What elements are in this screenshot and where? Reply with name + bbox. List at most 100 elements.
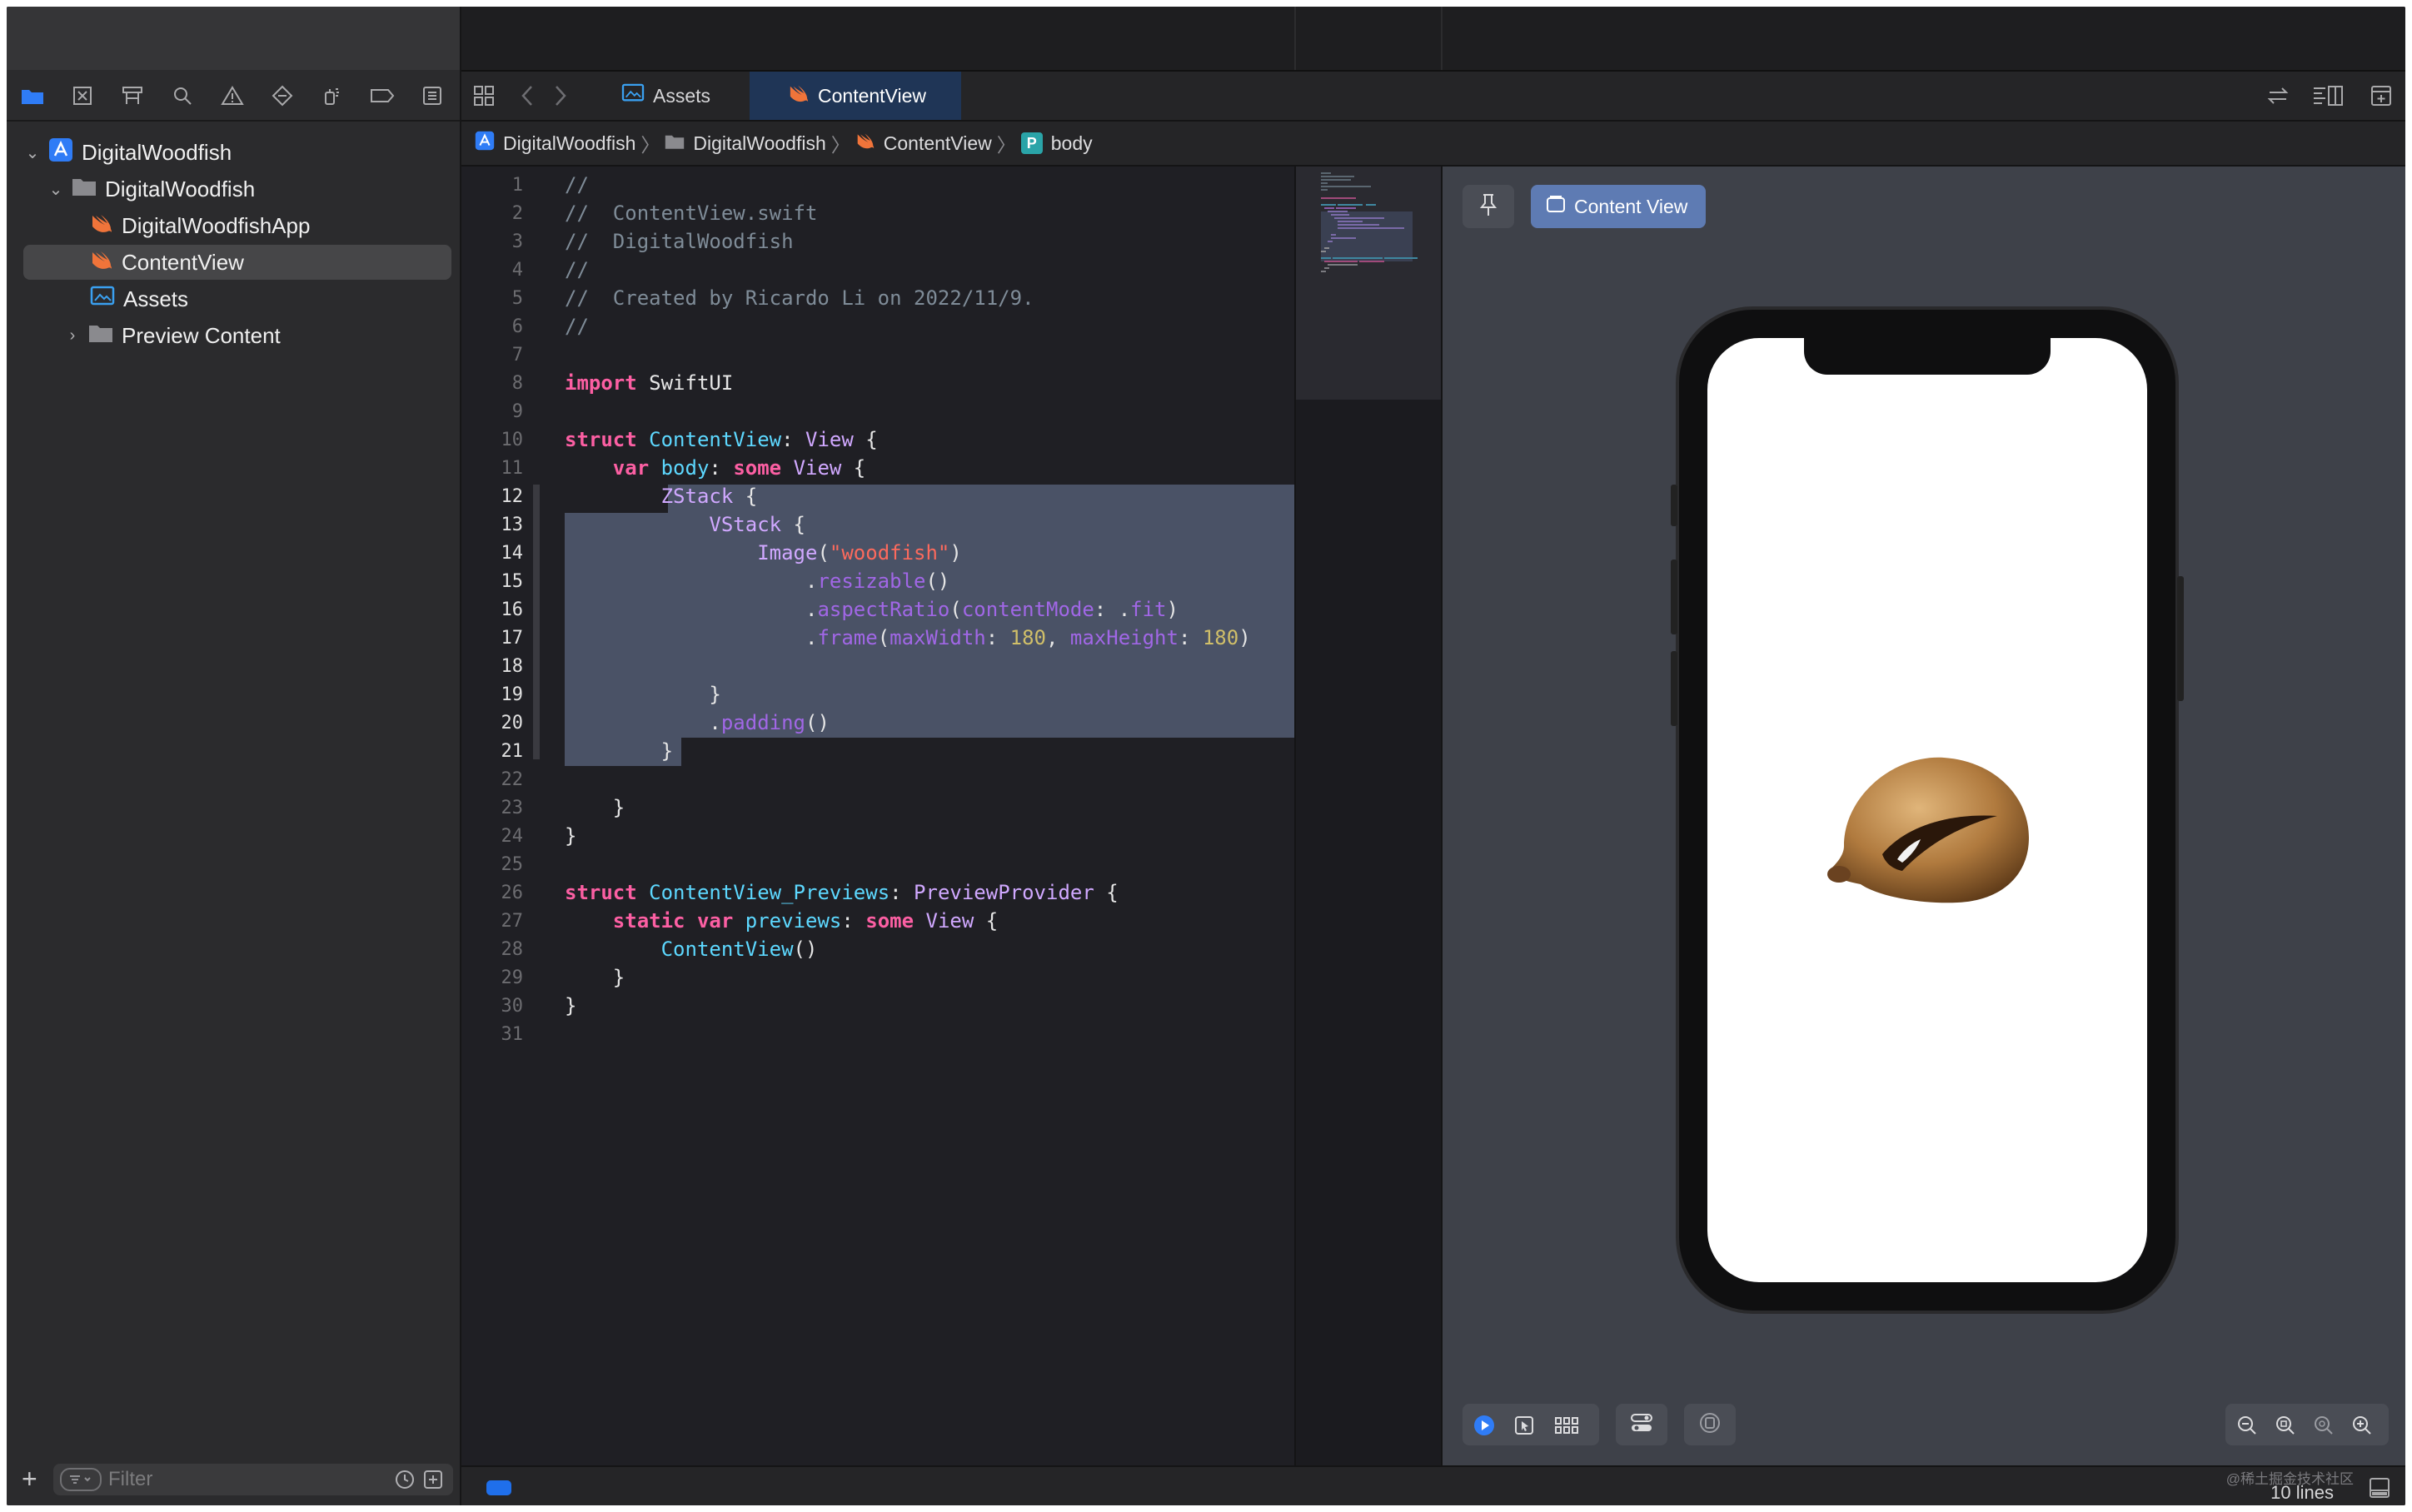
folder-icon — [665, 132, 685, 155]
line-number: 18 — [501, 656, 524, 677]
zoom-toolbar — [2225, 1404, 2389, 1445]
folder-icon — [72, 177, 97, 202]
property-badge-icon: P — [1020, 132, 1043, 154]
code-line-26: struct ContentView_Previews: PreviewProv… — [565, 881, 1119, 904]
source-editor[interactable]: 1 2 3 4 5 6 7 8 9 10 11 12 13 14 15 16 1… — [461, 167, 1294, 1465]
chevron-down-icon[interactable]: ⌄ — [23, 142, 42, 163]
filter-options-icon[interactable] — [60, 1468, 102, 1491]
zoom-actual-icon[interactable] — [2312, 1414, 2335, 1437]
tree-item-contentview[interactable]: ContentView — [23, 245, 451, 280]
add-editor-icon[interactable] — [2369, 83, 2394, 108]
navigator-toolbar — [7, 70, 460, 122]
symbol-navigator-icon[interactable] — [118, 83, 147, 108]
code-line-11: var body: some View { — [612, 456, 866, 480]
window-toolbar — [461, 7, 2405, 72]
line-number: 23 — [501, 798, 524, 818]
jump-item-symbol[interactable]: body — [1051, 132, 1093, 155]
tree-item-project[interactable]: ⌄ DigitalWoodfish — [23, 135, 451, 170]
line-number: 9 — [511, 401, 523, 422]
sidebar-titlebar — [7, 7, 460, 70]
breakpoint-icon[interactable] — [368, 83, 396, 108]
chevron-right-icon[interactable]: › — [63, 326, 82, 346]
asset-catalog-icon — [90, 286, 115, 313]
tab-label: Assets — [653, 84, 711, 107]
pin-preview-button[interactable] — [1463, 185, 1514, 228]
code-line-2: // ContentView.swift — [565, 201, 818, 225]
swap-arrows-icon[interactable] — [2265, 83, 2290, 108]
line-number: 15 — [501, 571, 524, 592]
tree-item-assets[interactable]: Assets — [23, 281, 451, 316]
editor-options-icon[interactable] — [2312, 83, 2345, 108]
source-control-icon[interactable] — [68, 83, 97, 108]
line-count: 10 lines — [2270, 1482, 2334, 1503]
navigator-footer: + Filter — [7, 1455, 460, 1505]
code-line-4: // — [565, 258, 589, 281]
grid-icon[interactable] — [471, 83, 496, 108]
live-play-icon[interactable] — [1473, 1414, 1496, 1437]
info-button[interactable] — [1684, 1404, 1736, 1445]
line-number: 4 — [511, 260, 523, 281]
jump-separator: 〉 — [830, 134, 850, 156]
selectable-icon[interactable] — [1512, 1414, 1536, 1437]
code-line-16: .aspectRatio(contentMode: .fit) — [805, 598, 1179, 621]
preview-mode-toolbar — [1463, 1404, 1599, 1445]
code-line-23: } — [612, 796, 625, 819]
zoom-in-icon[interactable] — [2350, 1414, 2374, 1437]
code-line-6: // — [565, 315, 589, 338]
line-number: 7 — [511, 345, 523, 366]
filter-field[interactable]: Filter — [53, 1464, 453, 1495]
line-number: 17 — [501, 628, 524, 649]
jump-item-file[interactable]: ContentView — [884, 132, 992, 155]
breakpoints-toggle-icon[interactable] — [486, 1480, 511, 1495]
tree-item-app-file[interactable]: DigitalWoodfishApp — [23, 208, 451, 243]
line-number: 20 — [501, 713, 524, 734]
tab-assets[interactable]: Assets — [615, 72, 745, 120]
folder-icon[interactable] — [18, 83, 47, 108]
tree-item-label: DigitalWoodfish — [82, 139, 232, 165]
zoom-out-icon[interactable] — [2235, 1414, 2259, 1437]
device-frame — [1671, 306, 2184, 1314]
device-settings-icon — [1630, 1412, 1653, 1438]
forward-chevron-icon[interactable] — [550, 83, 571, 108]
swift-file-icon — [90, 212, 113, 240]
content-view-chip[interactable]: Content View — [1531, 185, 1706, 228]
variants-grid-icon[interactable] — [1552, 1414, 1581, 1437]
jump-item-group[interactable]: DigitalWoodfish — [693, 132, 825, 155]
tree-item-preview-content[interactable]: › Preview Content — [23, 318, 451, 353]
code-line-5: // Created by Ricardo Li on 2022/11/9. — [565, 286, 1034, 310]
line-number: 5 — [511, 288, 523, 309]
debug-spray-icon[interactable] — [318, 83, 346, 108]
find-icon[interactable] — [168, 83, 197, 108]
device-settings-button[interactable] — [1616, 1404, 1667, 1445]
chevron-down-icon[interactable]: ⌄ — [47, 179, 65, 200]
scm-filter-icon[interactable] — [423, 1470, 443, 1495]
info-icon — [1699, 1412, 1721, 1438]
code-line-30: } — [565, 994, 577, 1017]
line-number: 24 — [501, 826, 524, 847]
issue-warning-icon[interactable] — [218, 83, 247, 108]
tree-item-label: DigitalWoodfish — [105, 176, 256, 201]
line-number: 28 — [501, 939, 524, 960]
code-line-10: struct ContentView: View { — [565, 428, 878, 451]
minimap[interactable] — [1294, 167, 1441, 1465]
tree-item-group[interactable]: ⌄ DigitalWoodfish — [23, 172, 451, 206]
zoom-fit-icon[interactable] — [2274, 1414, 2297, 1437]
xcode-window: ⌄ DigitalWoodfish ⌄ DigitalWoodfish Digi… — [7, 7, 2405, 1505]
line-number: 31 — [501, 1024, 524, 1045]
test-diamond-icon[interactable] — [268, 83, 297, 108]
report-icon[interactable] — [418, 83, 446, 108]
add-button[interactable]: + — [22, 1464, 37, 1495]
recent-clock-icon[interactable] — [395, 1470, 415, 1495]
asset-catalog-icon — [621, 83, 645, 108]
line-number: 3 — [511, 231, 523, 252]
debug-area-toggle-icon[interactable] — [2367, 1475, 2392, 1500]
back-chevron-icon[interactable] — [516, 83, 538, 108]
jump-item-project[interactable]: DigitalWoodfish — [503, 132, 635, 155]
minimap-code-preview — [1321, 172, 1418, 272]
code-line-21: } — [660, 739, 674, 763]
tree-item-label: Assets — [123, 286, 189, 311]
line-number: 1 — [511, 175, 523, 196]
line-number: 27 — [501, 911, 524, 932]
tab-contentview[interactable]: ContentView — [750, 72, 961, 120]
folder-icon — [88, 323, 113, 349]
